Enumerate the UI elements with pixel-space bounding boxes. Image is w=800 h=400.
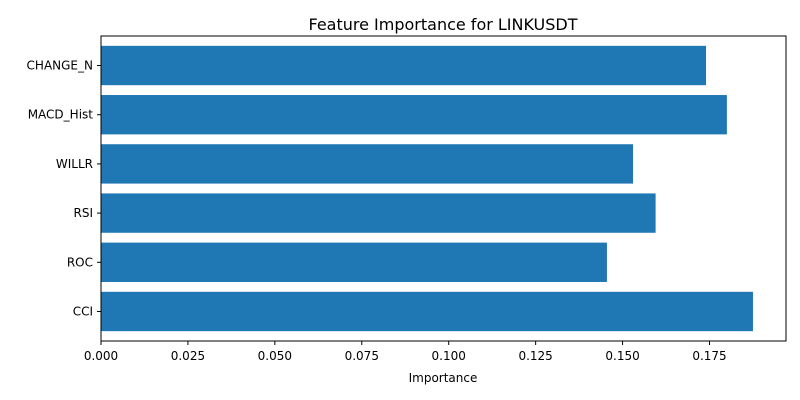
- x-tick-label: 0.050: [258, 349, 292, 363]
- x-tick-label: 0.075: [345, 349, 379, 363]
- y-tick-label: CCI: [73, 304, 93, 318]
- bar-willr: [101, 144, 634, 184]
- x-tick-label: 0.025: [171, 349, 205, 363]
- x-axis: 0.000 0.025 0.050 0.075 0.100 0.125 0.150 0.175: [84, 341, 727, 363]
- bar-macd-hist: [101, 95, 727, 135]
- chart-title: Feature Importance for LINKUSDT: [308, 15, 577, 34]
- x-tick-label: 0.150: [605, 349, 639, 363]
- y-tick-label: RSI: [74, 206, 94, 220]
- y-tick-label: MACD_Hist: [28, 108, 94, 122]
- y-axis: CHANGE_N MACD_Hist WILLR RSI ROC CCI: [27, 59, 101, 318]
- bar-change-n: [101, 45, 707, 86]
- bar-rsi: [101, 193, 656, 233]
- x-tick-label: 0.125: [518, 349, 552, 363]
- y-tick-label: CHANGE_N: [27, 59, 93, 73]
- bar-cci: [101, 291, 753, 332]
- x-axis-label: Importance: [409, 371, 478, 385]
- x-tick-label: 0.100: [432, 349, 466, 363]
- chart: Feature Importance for LINKUSDT CHANGE_N…: [27, 15, 787, 385]
- y-tick-label: ROC: [67, 255, 93, 269]
- bars-group: [101, 45, 753, 332]
- x-tick-label: 0.000: [84, 349, 118, 363]
- x-tick-label: 0.175: [692, 349, 726, 363]
- bar-roc: [101, 242, 607, 282]
- y-tick-label: WILLR: [56, 157, 93, 171]
